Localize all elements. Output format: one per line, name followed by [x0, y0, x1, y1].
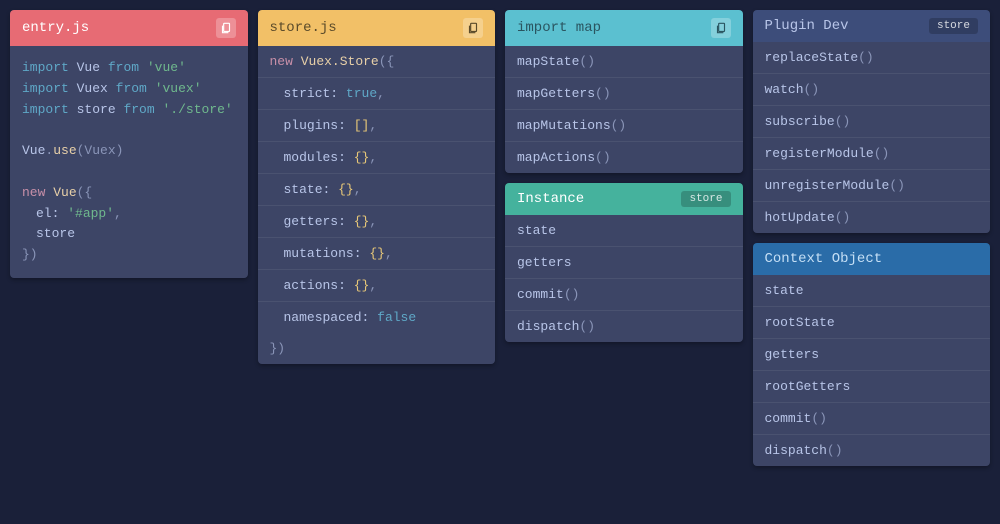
store-prop: getters: {},: [258, 206, 496, 238]
cheatsheet-grid: entry.js import Vue from 'vue' import Vu…: [10, 10, 990, 466]
entry-code: import Vue from 'vue' import Vuex from '…: [10, 46, 248, 278]
list-item: replaceState(): [753, 42, 991, 74]
list-item: commit(): [753, 403, 991, 435]
entry-title: entry.js: [22, 20, 89, 36]
store-prop: namespaced: false: [258, 302, 496, 333]
list-item: state: [753, 275, 991, 307]
store-prop: actions: {},: [258, 270, 496, 302]
store-prop: plugins: [],: [258, 110, 496, 142]
clipboard-icon[interactable]: [216, 18, 236, 38]
column-2: store.js new Vuex.Store({ strict: true,p…: [258, 10, 496, 466]
instance-title: Instance: [517, 191, 584, 207]
context-object-title: Context Object: [765, 251, 883, 267]
list-item: rootState: [753, 307, 991, 339]
list-item: rootGetters: [753, 371, 991, 403]
store-prop: mutations: {},: [258, 238, 496, 270]
plugin-dev-card: Plugin Dev store replaceState()watch()su…: [753, 10, 991, 233]
column-4: Plugin Dev store replaceState()watch()su…: [753, 10, 991, 466]
list-item: hotUpdate(): [753, 202, 991, 233]
list-item: registerModule(): [753, 138, 991, 170]
list-item: state: [505, 215, 743, 247]
plugin-dev-title: Plugin Dev: [765, 18, 849, 34]
store-prop: state: {},: [258, 174, 496, 206]
list-item: commit(): [505, 279, 743, 311]
store-prop: modules: {},: [258, 142, 496, 174]
list-item: mapMutations(): [505, 110, 743, 142]
import-map-list: mapState()mapGetters()mapMutations()mapA…: [505, 46, 743, 173]
context-object-card: Context Object staterootStategettersroot…: [753, 243, 991, 466]
context-object-header: Context Object: [753, 243, 991, 275]
clipboard-icon[interactable]: [463, 18, 483, 38]
list-item: getters: [753, 339, 991, 371]
list-item: getters: [505, 247, 743, 279]
store-prop: strict: true,: [258, 78, 496, 110]
list-item: dispatch(): [753, 435, 991, 466]
instance-list: stategetterscommit()dispatch(): [505, 215, 743, 342]
store-code: new Vuex.Store({ strict: true,plugins: […: [258, 46, 496, 364]
plugin-dev-list: replaceState()watch()subscribe()register…: [753, 42, 991, 233]
import-map-title: import map: [517, 20, 601, 36]
context-list: staterootStategettersrootGetterscommit()…: [753, 275, 991, 466]
clipboard-icon[interactable]: [711, 18, 731, 38]
list-item: dispatch(): [505, 311, 743, 342]
column-1: entry.js import Vue from 'vue' import Vu…: [10, 10, 248, 466]
list-item: unregisterModule(): [753, 170, 991, 202]
instance-card: Instance store stategetterscommit()dispa…: [505, 183, 743, 342]
list-item: mapGetters(): [505, 78, 743, 110]
instance-header: Instance store: [505, 183, 743, 215]
instance-badge: store: [681, 191, 730, 207]
entry-header: entry.js: [10, 10, 248, 46]
import-map-card: import map mapState()mapGetters()mapMuta…: [505, 10, 743, 173]
store-card: store.js new Vuex.Store({ strict: true,p…: [258, 10, 496, 364]
import-map-header: import map: [505, 10, 743, 46]
list-item: mapState(): [505, 46, 743, 78]
entry-card: entry.js import Vue from 'vue' import Vu…: [10, 10, 248, 278]
list-item: mapActions(): [505, 142, 743, 173]
column-3: import map mapState()mapGetters()mapMuta…: [505, 10, 743, 466]
store-title: store.js: [270, 20, 337, 36]
plugin-dev-badge: store: [929, 18, 978, 34]
list-item: subscribe(): [753, 106, 991, 138]
plugin-dev-header: Plugin Dev store: [753, 10, 991, 42]
store-header: store.js: [258, 10, 496, 46]
list-item: watch(): [753, 74, 991, 106]
